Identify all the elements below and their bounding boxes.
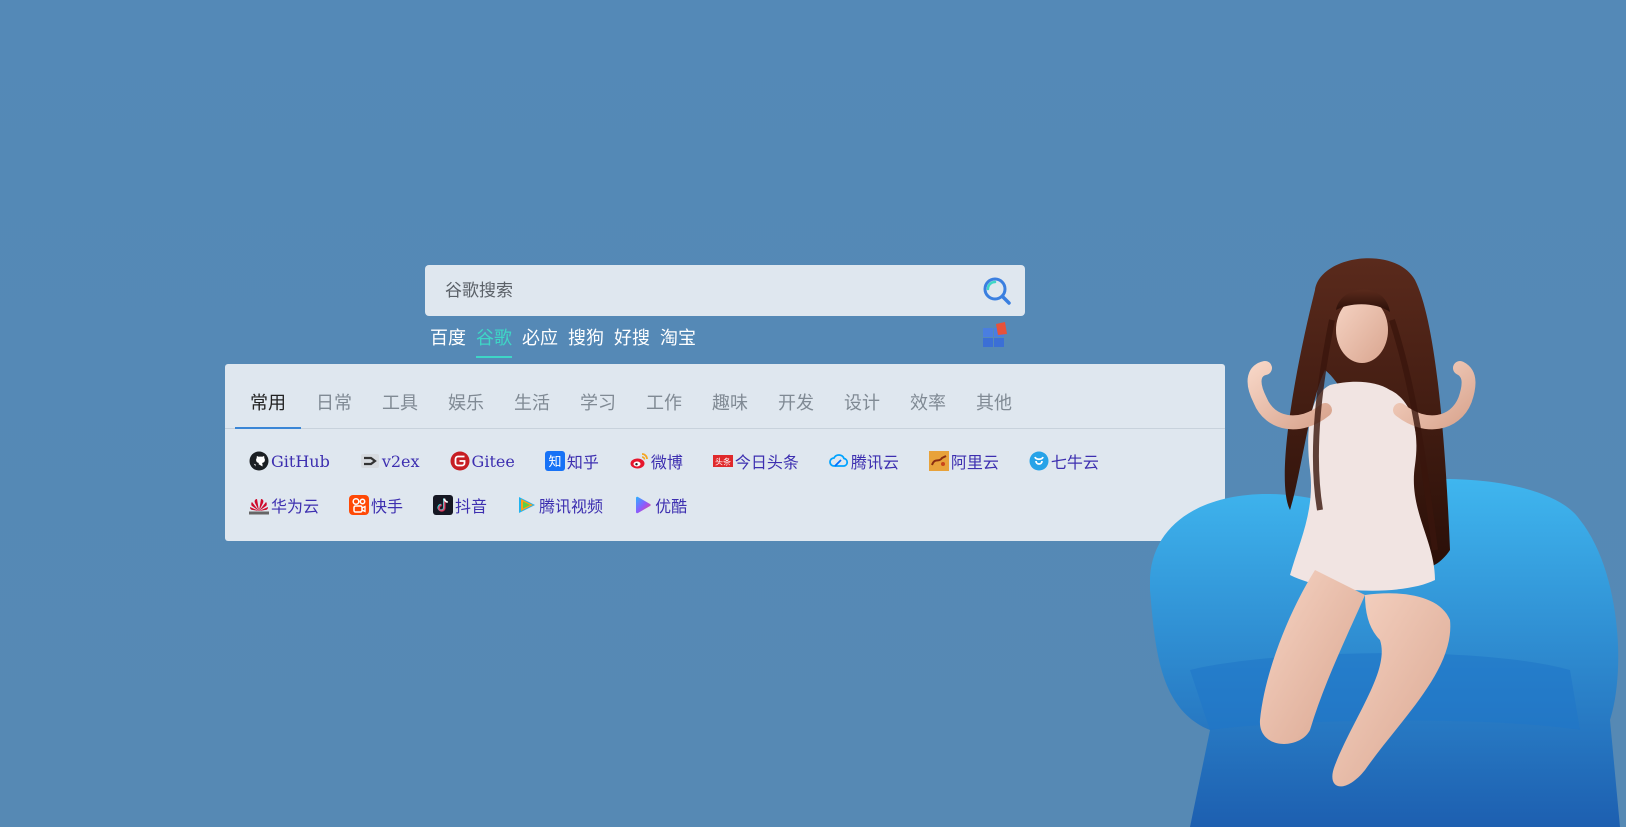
link-label: GitHub	[271, 451, 330, 471]
site-links: GitHub v2ex Gitee 知 知乎 微博 头条 今日头条 腾讯云 阿里…	[225, 429, 1225, 529]
link-label: 微博	[650, 453, 683, 472]
tab-design[interactable]: 设计	[829, 389, 895, 429]
decorative-illustration	[1149, 250, 1626, 827]
tencent-cloud-icon	[828, 451, 849, 471]
search-input[interactable]	[425, 265, 975, 316]
link-aliyun[interactable]: 阿里云	[928, 450, 999, 472]
search-button[interactable]	[975, 269, 1019, 313]
link-tencent-cloud[interactable]: 腾讯云	[828, 450, 899, 472]
search-icon	[983, 277, 1011, 305]
toutiao-icon: 头条	[712, 451, 733, 471]
tab-study[interactable]: 学习	[565, 389, 631, 429]
link-label: 七牛云	[1050, 453, 1099, 472]
link-weibo[interactable]: 微博	[629, 450, 683, 472]
link-gitee[interactable]: Gitee	[450, 450, 515, 472]
tab-life[interactable]: 生活	[499, 389, 565, 429]
tab-daily[interactable]: 日常	[301, 389, 367, 429]
link-tencent-video[interactable]: 腾讯视频	[517, 494, 603, 516]
link-label: 知乎	[566, 453, 599, 472]
tab-other[interactable]: 其他	[961, 389, 1027, 429]
search-box	[425, 265, 1025, 316]
apps-logo-icon[interactable]	[981, 322, 1009, 348]
link-label: 快手	[371, 497, 404, 516]
link-toutiao[interactable]: 头条 今日头条	[712, 450, 799, 472]
link-label: 华为云	[271, 497, 320, 516]
engine-bing[interactable]: 必应	[522, 322, 558, 358]
weibo-icon	[629, 451, 649, 471]
category-tabs: 常用 日常 工具 娱乐 生活 学习 工作 趣味 开发 设计 效率 其他	[225, 364, 1225, 429]
engine-baidu[interactable]: 百度	[430, 322, 466, 358]
kuaishou-icon	[349, 495, 370, 515]
link-label: 阿里云	[950, 453, 999, 472]
engine-google[interactable]: 谷歌	[476, 322, 512, 358]
github-icon	[249, 451, 269, 471]
tab-dev[interactable]: 开发	[763, 389, 829, 429]
link-douyin[interactable]: 抖音	[433, 494, 487, 516]
link-label: 腾讯云	[850, 453, 899, 472]
link-label: Gitee	[471, 451, 515, 471]
huawei-cloud-icon	[249, 495, 269, 515]
engine-sogou[interactable]: 搜狗	[568, 322, 604, 358]
tab-efficiency[interactable]: 效率	[895, 389, 961, 429]
tab-tools[interactable]: 工具	[367, 389, 433, 429]
engine-taobao[interactable]: 淘宝	[660, 322, 696, 358]
qiniu-icon	[1029, 451, 1049, 471]
link-label: v2ex	[381, 451, 420, 471]
gitee-icon	[450, 451, 470, 471]
link-zhihu[interactable]: 知 知乎	[544, 450, 599, 472]
link-label: 抖音	[455, 497, 488, 516]
link-qiniu[interactable]: 七牛云	[1029, 450, 1099, 472]
aliyun-icon	[928, 451, 949, 471]
tab-entertainment[interactable]: 娱乐	[433, 389, 499, 429]
svg-text:知: 知	[548, 454, 561, 470]
link-label: 腾讯视频	[539, 497, 604, 516]
tencent-video-icon	[517, 495, 537, 515]
tab-work[interactable]: 工作	[631, 389, 697, 429]
link-v2ex[interactable]: v2ex	[360, 450, 420, 472]
link-youku[interactable]: 优酷	[633, 494, 687, 516]
link-github[interactable]: GitHub	[249, 450, 330, 472]
link-huawei-cloud[interactable]: 华为云	[249, 494, 319, 516]
search-engine-tabs: 百度 谷歌 必应 搜狗 好搜 淘宝	[430, 322, 706, 358]
page: 百度 谷歌 必应 搜狗 好搜 淘宝 常用 日常 工具 娱乐 生活 学习 工作 趣…	[0, 0, 1626, 827]
link-label: 优酷	[655, 497, 688, 516]
link-kuaishou[interactable]: 快手	[349, 494, 403, 516]
link-label: 今日头条	[734, 453, 799, 472]
engine-haosou[interactable]: 好搜	[614, 322, 650, 358]
tab-fun[interactable]: 趣味	[697, 389, 763, 429]
svg-text:头条: 头条	[715, 457, 731, 467]
tab-common[interactable]: 常用	[235, 389, 301, 429]
douyin-icon	[433, 495, 454, 515]
v2ex-icon	[360, 451, 380, 471]
nav-panel: 常用 日常 工具 娱乐 生活 学习 工作 趣味 开发 设计 效率 其他 GitH…	[225, 364, 1225, 541]
youku-icon	[633, 495, 653, 515]
zhihu-icon: 知	[544, 451, 565, 471]
